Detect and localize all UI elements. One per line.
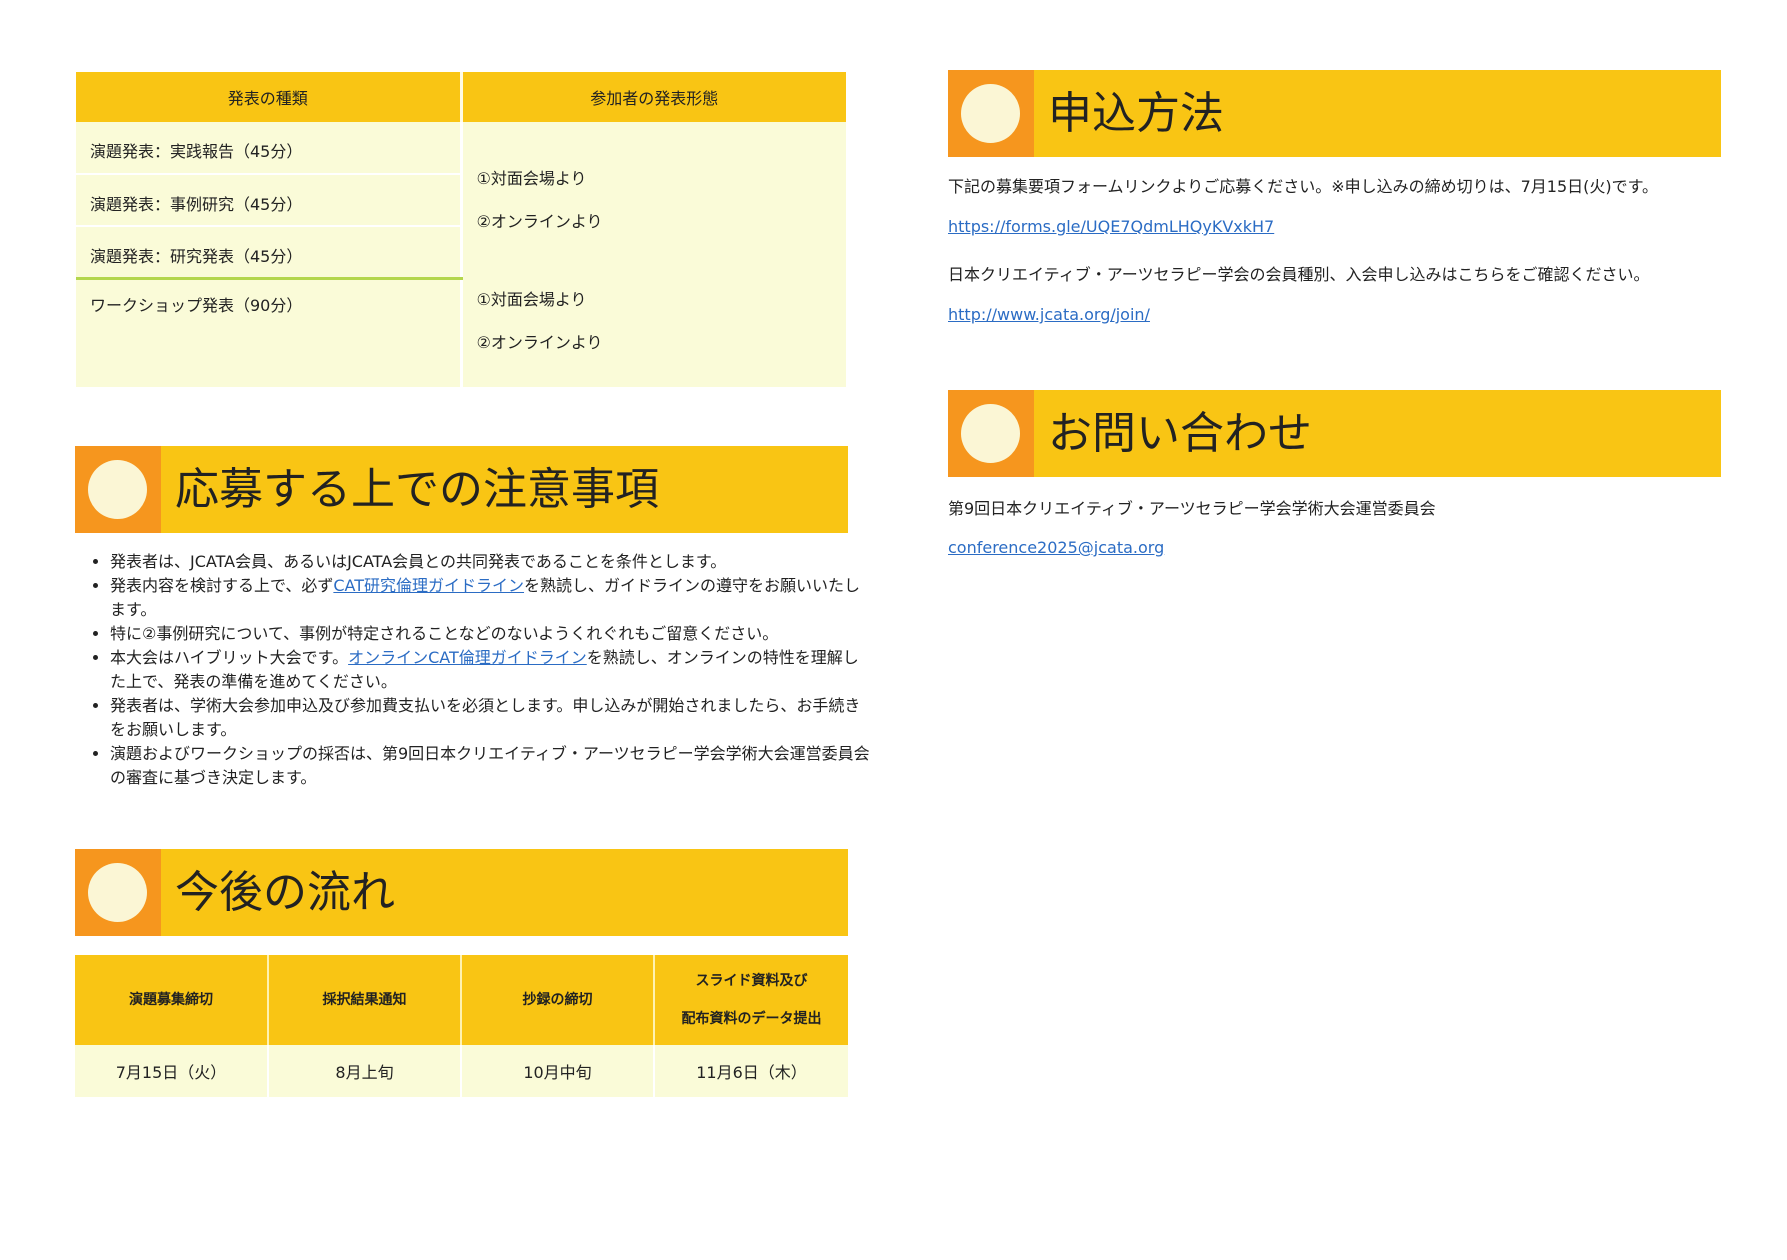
- note-item: 発表者は、JCATA会員、あるいはJCATA会員との共同発表であることを条件とし…: [110, 550, 872, 574]
- application-form-link[interactable]: https://forms.gle/UQE7QdmLHQyKVxkH7: [948, 217, 1274, 236]
- circle-icon: [88, 460, 147, 519]
- note-item: 特に②事例研究について、事例が特定されることなどのないようくれぐれもご留意くださ…: [110, 622, 872, 646]
- section-header-contact: お問い合わせ: [948, 390, 1721, 477]
- online-cat-ethics-guideline-link[interactable]: オンラインCAT倫理ガイドライン: [348, 648, 587, 667]
- workshop-type-cell: ワークショップ発表（90分）: [76, 278, 463, 387]
- schedule-date: 11月6日（木）: [654, 1045, 848, 1097]
- schedule-date: 8月上旬: [268, 1045, 462, 1097]
- cat-research-ethics-guideline-link[interactable]: CAT研究倫理ガイドライン: [333, 576, 524, 595]
- section-title-apply: 申込方法: [1048, 88, 1224, 139]
- note-item: 演題およびワークショップの採否は、第9回日本クリエイティブ・アーツセラピー学会学…: [110, 742, 872, 790]
- presentation-format-cell: ①対面会場より ②オンラインより: [461, 122, 846, 278]
- section-title-notes: 応募する上での注意事項: [175, 464, 659, 515]
- schedule-header-abstract-deadline: 抄録の締切: [461, 955, 655, 1045]
- header-presentation-type: 発表の種類: [76, 72, 463, 122]
- apply-intro-text: 下記の募集要項フォームリンクよりご応募ください。※申し込みの締め切りは、7月15…: [948, 177, 1659, 196]
- presentation-type-cell: 演題発表：事例研究（45分）: [76, 174, 463, 227]
- contact-email-link[interactable]: conference2025@jcata.org: [948, 538, 1164, 557]
- notes-list: 発表者は、JCATA会員、あるいはJCATA会員との共同発表であることを条件とし…: [85, 550, 872, 790]
- presentation-type-cell: 演題発表：研究発表（45分）: [76, 226, 463, 280]
- membership-join-link[interactable]: http://www.jcata.org/join/: [948, 305, 1150, 324]
- circle-icon: [88, 863, 147, 922]
- workshop-format-cell: ①対面会場より ②オンラインより: [461, 278, 846, 387]
- section-title-contact: お問い合わせ: [1048, 408, 1312, 459]
- note-item: 発表内容を検討する上で、必ずCAT研究倫理ガイドラインを熟読し、ガイドラインの遵…: [110, 574, 872, 622]
- schedule-date: 10月中旬: [461, 1045, 655, 1097]
- schedule-header-acceptance-notice: 採択結果通知: [268, 955, 462, 1045]
- section-header-notes: 応募する上での注意事項: [75, 446, 848, 533]
- format-option: ②オンラインより: [476, 333, 603, 352]
- section-header-schedule: 今後の流れ: [75, 849, 848, 936]
- section-accent-square: [75, 849, 161, 936]
- note-item: 本大会はハイブリット大会です。オンラインCAT倫理ガイドラインを熟読し、オンライ…: [110, 646, 872, 694]
- schedule-date: 7月15日（火）: [75, 1045, 269, 1097]
- format-option: ①対面会場より: [476, 169, 587, 188]
- schedule-table: 演題募集締切 採択結果通知 抄録の締切 スライド資料及び 配布資料のデータ提出 7…: [75, 955, 848, 1097]
- note-item: 発表者は、学術大会参加申込及び参加費支払いを必須とします。申し込みが開始されまし…: [110, 694, 872, 742]
- schedule-header-submission-deadline: 演題募集締切: [75, 955, 269, 1045]
- section-accent-square: [948, 390, 1034, 477]
- section-title-schedule: 今後の流れ: [175, 867, 395, 918]
- schedule-header-slide-submission: スライド資料及び 配布資料のデータ提出: [654, 955, 848, 1045]
- section-accent-square: [75, 446, 161, 533]
- section-accent-square: [948, 70, 1034, 157]
- presentation-type-cell: 演題発表：実践報告（45分）: [76, 122, 463, 175]
- format-option: ①対面会場より: [476, 290, 587, 309]
- circle-icon: [961, 404, 1020, 463]
- membership-info-text: 日本クリエイティブ・アーツセラピー学会の会員種別、入会申し込みはこちらをご確認く…: [948, 265, 1650, 284]
- format-option: ②オンラインより: [476, 212, 603, 231]
- circle-icon: [961, 84, 1020, 143]
- header-presentation-format: 参加者の発表形態: [461, 72, 846, 122]
- presentation-type-table: 発表の種類 参加者の発表形態 演題発表：実践報告（45分） ①対面会場より ②オ…: [76, 72, 846, 387]
- contact-organization: 第9回日本クリエイティブ・アーツセラピー学会学術大会運営委員会: [948, 499, 1436, 518]
- section-header-apply: 申込方法: [948, 70, 1721, 157]
